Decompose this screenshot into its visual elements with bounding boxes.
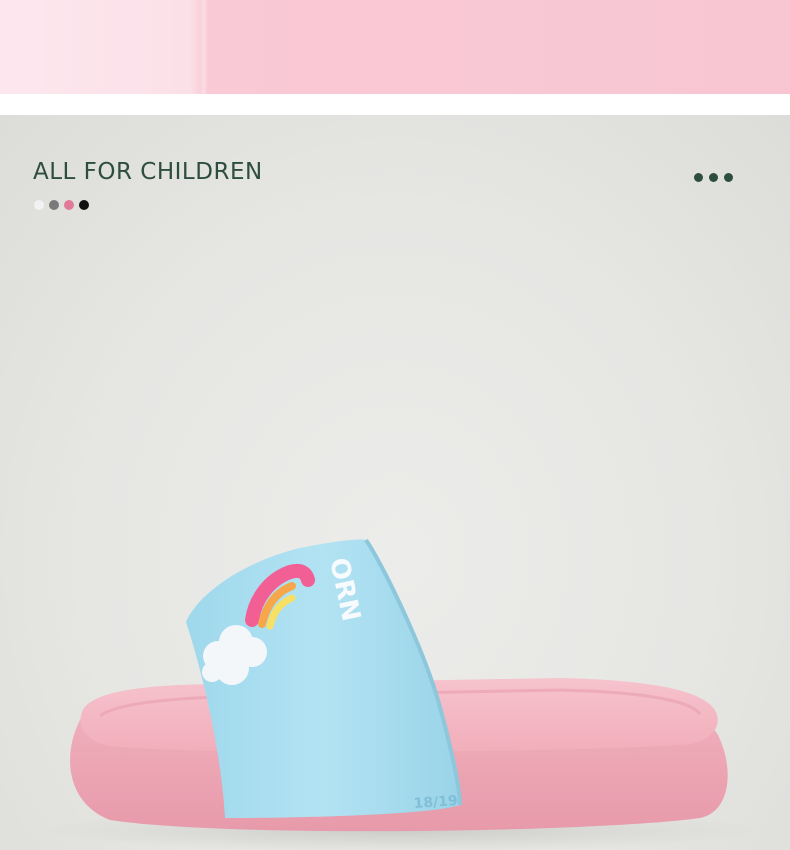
- banner-divider: [200, 0, 208, 94]
- grey-swatch[interactable]: [49, 200, 59, 210]
- more-dot: [724, 173, 733, 182]
- more-dot: [694, 173, 703, 182]
- more-dot: [709, 173, 718, 182]
- color-swatches: [34, 200, 89, 210]
- top-banner: [0, 0, 790, 94]
- black-swatch[interactable]: [79, 200, 89, 210]
- white-swatch[interactable]: [34, 200, 44, 210]
- section-title: ALL FOR CHILDREN: [33, 159, 263, 185]
- section-gap: [0, 94, 790, 115]
- more-horizontal-icon[interactable]: [694, 173, 733, 182]
- pink-swatch[interactable]: [64, 200, 74, 210]
- product-photo-background: [0, 115, 790, 850]
